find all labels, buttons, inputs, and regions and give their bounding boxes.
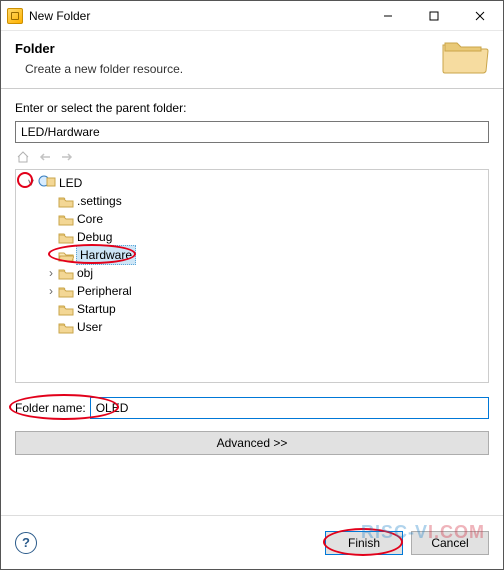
twisty-blank: ·	[44, 210, 58, 228]
close-button[interactable]	[457, 1, 503, 31]
folder-name-row: Folder name:	[15, 397, 489, 419]
maximize-icon	[429, 11, 439, 21]
tree-item-label: .settings	[77, 192, 122, 210]
tree-item-label: Debug	[77, 228, 112, 246]
nav-icons	[15, 149, 489, 165]
tree-root[interactable]: ˅ LED	[18, 174, 484, 192]
help-button[interactable]: ?	[15, 532, 37, 554]
footer: ? Finish Cancel RISC-VI.COM	[1, 515, 503, 569]
chevron-down-icon[interactable]: ˅	[24, 174, 38, 192]
chevron-right-icon[interactable]: ›	[44, 282, 58, 300]
folder-icon	[58, 282, 74, 300]
tree-item[interactable]: · User	[18, 318, 484, 336]
forward-icon[interactable]	[59, 149, 75, 165]
tree-item[interactable]: › Peripheral	[18, 282, 484, 300]
maximize-button[interactable]	[411, 1, 457, 31]
tree-item[interactable]: · Startup	[18, 300, 484, 318]
parent-folder-input[interactable]	[15, 121, 489, 143]
folder-icon	[58, 318, 74, 336]
dialog-window: New Folder Folder Create a new folder re…	[0, 0, 504, 570]
folder-icon	[58, 246, 74, 264]
folder-icon	[58, 300, 74, 318]
minimize-button[interactable]	[365, 1, 411, 31]
advanced-button[interactable]: Advanced >>	[15, 431, 489, 455]
tree[interactable]: ˅ LED · .settings · Core · Debug · Hardware › obj…	[15, 169, 489, 383]
help-icon: ?	[22, 535, 30, 550]
folder-banner-icon	[441, 35, 489, 75]
tree-item-label: User	[77, 318, 102, 336]
tree-item[interactable]: · Debug	[18, 228, 484, 246]
folder-icon	[58, 264, 74, 282]
tree-item-label: Hardware	[76, 245, 136, 265]
app-icon	[7, 8, 23, 24]
twisty-blank: ·	[44, 246, 58, 264]
tree-item-label: Peripheral	[77, 282, 132, 300]
tree-item[interactable]: · Core	[18, 210, 484, 228]
home-icon[interactable]	[15, 149, 31, 165]
body: Enter or select the parent folder: ˅ LED	[1, 89, 503, 515]
parent-folder-prompt: Enter or select the parent folder:	[15, 101, 489, 115]
tree-item[interactable]: › obj	[18, 264, 484, 282]
titlebar: New Folder	[1, 1, 503, 31]
twisty-blank: ·	[44, 228, 58, 246]
folder-name-input[interactable]	[90, 397, 489, 419]
tree-item-label: Core	[77, 210, 103, 228]
tree-item[interactable]: · .settings	[18, 192, 484, 210]
back-icon[interactable]	[37, 149, 53, 165]
tree-item[interactable]: · Hardware	[18, 246, 484, 264]
tree-item-label: obj	[77, 264, 93, 282]
tree-item-label: Startup	[77, 300, 116, 318]
window-title: New Folder	[29, 9, 365, 23]
tree-root-label: LED	[59, 174, 82, 192]
cancel-button[interactable]: Cancel	[411, 531, 489, 555]
twisty-blank: ·	[44, 318, 58, 336]
folder-icon	[58, 192, 74, 210]
folder-icon	[58, 210, 74, 228]
minimize-icon	[383, 11, 393, 21]
close-icon	[475, 11, 485, 21]
folder-icon	[58, 228, 74, 246]
twisty-blank: ·	[44, 192, 58, 210]
header-subtitle: Create a new folder resource.	[25, 62, 489, 76]
finish-button[interactable]: Finish	[325, 531, 403, 555]
folder-name-label: Folder name:	[15, 401, 86, 415]
header-title: Folder	[15, 41, 489, 56]
project-icon	[38, 174, 56, 193]
header: Folder Create a new folder resource.	[1, 31, 503, 88]
twisty-blank: ·	[44, 300, 58, 318]
chevron-right-icon[interactable]: ›	[44, 264, 58, 282]
